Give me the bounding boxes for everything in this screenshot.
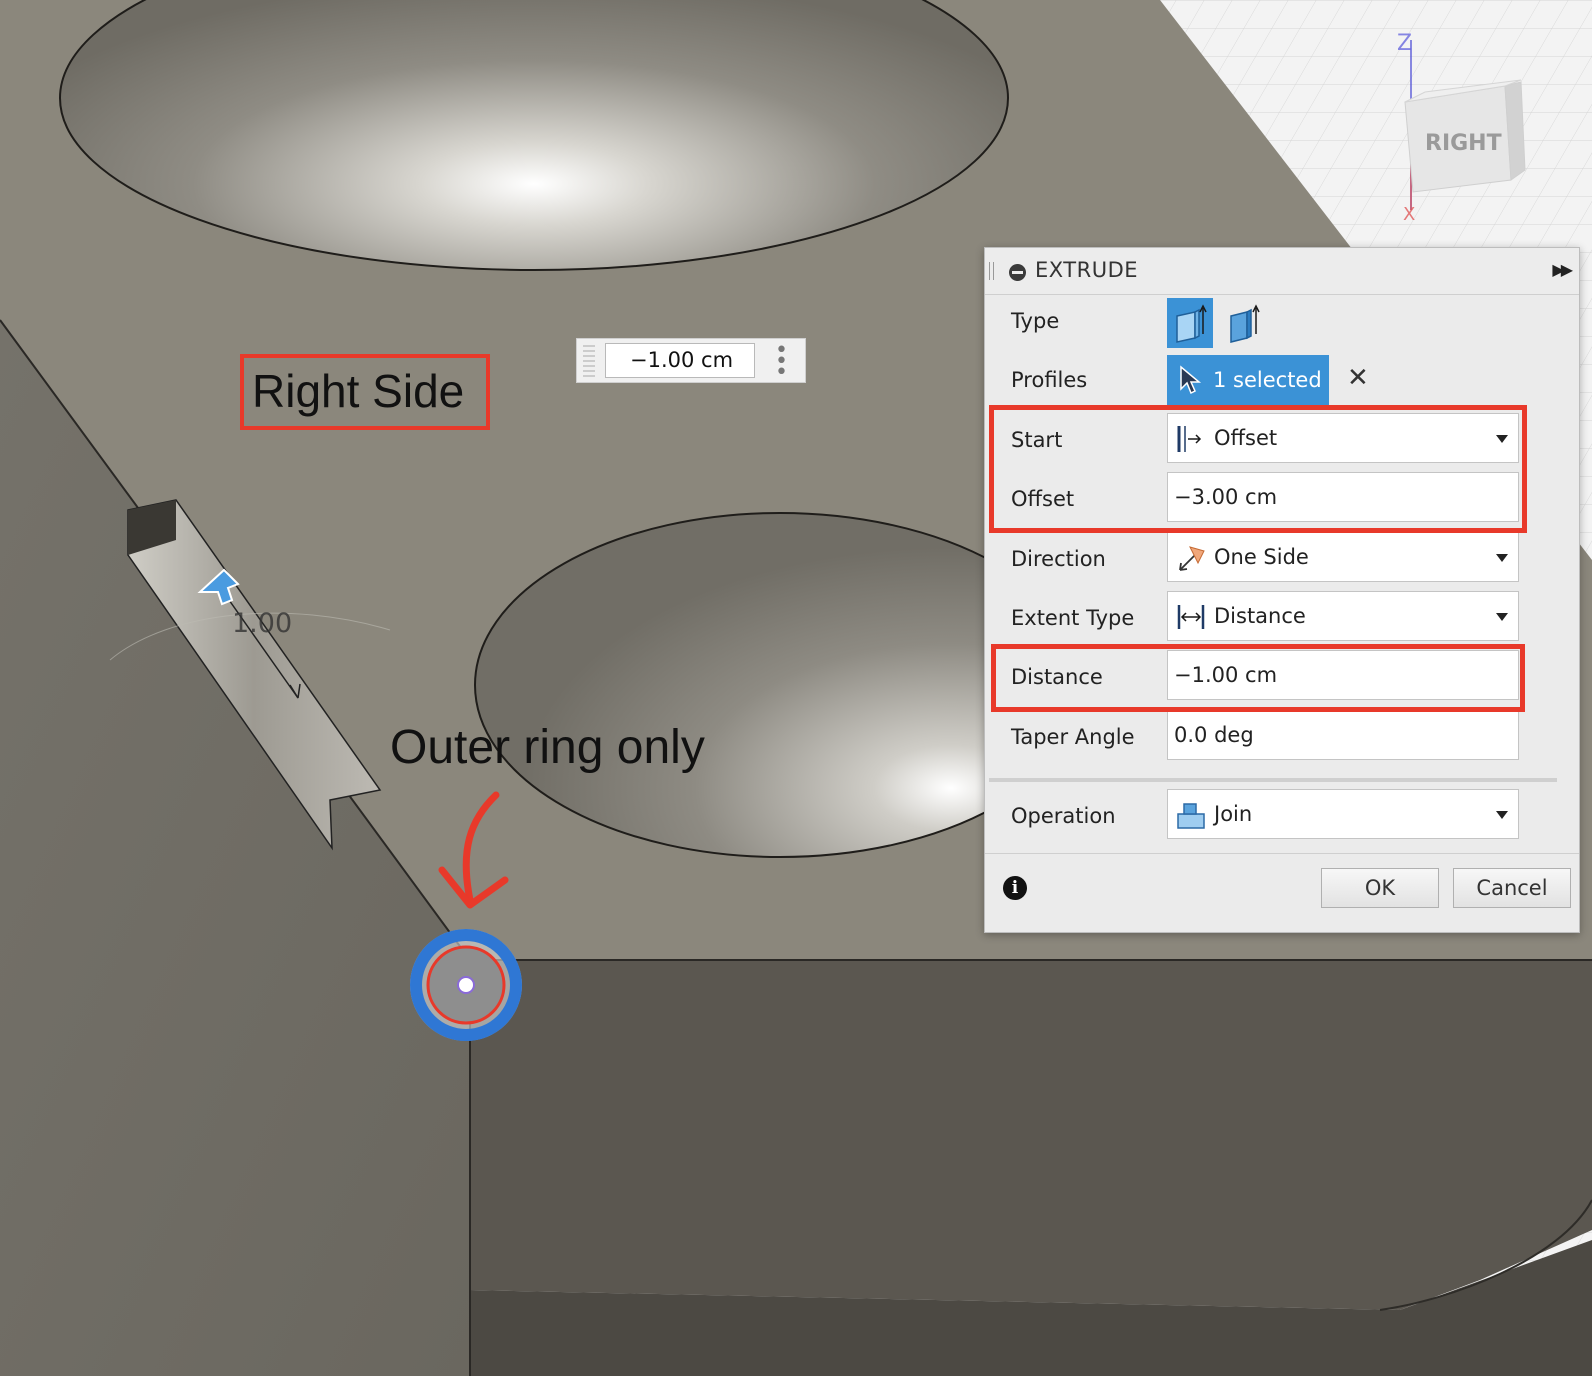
distance-extent-icon [1177, 605, 1205, 629]
chevron-down-icon [1496, 811, 1508, 819]
direction-value: One Side [1214, 545, 1309, 569]
taper-angle-label: Taper Angle [1011, 725, 1135, 749]
operation-dropdown[interactable]: Join [1167, 789, 1519, 839]
extent-type-dropdown[interactable]: Distance [1167, 591, 1519, 641]
floating-distance-field[interactable]: −1.00 cm [605, 343, 755, 378]
extent-type-label: Extent Type [1011, 606, 1135, 630]
footer-divider [985, 853, 1579, 854]
viewcube-face-label: RIGHT [1425, 131, 1502, 156]
extent-type-value: Distance [1214, 604, 1306, 628]
annotation-right-side: Right Side [240, 354, 490, 430]
expand-panel-icon[interactable]: ▶▶ [1552, 260, 1573, 279]
dialog-title: EXTRUDE [1035, 258, 1139, 282]
section-divider [989, 778, 1557, 782]
operation-label: Operation [1011, 804, 1116, 828]
operation-value: Join [1214, 802, 1253, 826]
drag-grip-icon[interactable] [583, 345, 595, 377]
direction-label: Direction [1011, 547, 1106, 571]
highlight-start-offset [989, 405, 1527, 533]
profiles-count: 1 selected [1213, 368, 1322, 392]
type-label: Type [1011, 309, 1060, 333]
extrude-surface-icon[interactable] [1221, 298, 1267, 348]
taper-angle-input[interactable]: 0.0 deg [1167, 710, 1519, 760]
chevron-down-icon [1496, 554, 1508, 562]
clear-selection-icon[interactable]: ✕ [1347, 363, 1369, 393]
axis-x-label: X [1403, 204, 1415, 225]
floating-distance-input[interactable]: −1.00 cm • • • [576, 338, 806, 384]
info-icon[interactable]: i [1003, 876, 1027, 900]
highlight-distance [991, 644, 1525, 712]
taper-angle-value: 0.0 deg [1174, 723, 1254, 747]
more-options-icon[interactable]: • • • [775, 340, 788, 384]
extrude-solid-icon[interactable] [1167, 298, 1213, 348]
ok-button[interactable]: OK [1321, 868, 1439, 908]
annotation-outer-ring-only: Outer ring only [390, 721, 705, 774]
direction-dropdown[interactable]: One Side [1167, 532, 1519, 582]
select-cursor-icon [1180, 365, 1202, 395]
minimize-dot-icon[interactable] [1009, 264, 1026, 281]
join-operation-icon [1177, 803, 1205, 829]
dimension-label: 1.00 [232, 608, 293, 639]
profiles-selection-button[interactable]: 1 selected [1167, 355, 1329, 405]
dialog-header[interactable]: EXTRUDE ▶▶ [985, 248, 1579, 295]
axis-z-label: Z [1397, 31, 1412, 56]
view-cube[interactable]: Z X RIGHT [1395, 30, 1565, 230]
one-side-direction-icon [1179, 546, 1205, 571]
panel-drag-handle-icon[interactable] [989, 262, 994, 280]
chevron-down-icon [1496, 613, 1508, 621]
cancel-button[interactable]: Cancel [1453, 868, 1571, 908]
profiles-label: Profiles [1011, 368, 1088, 392]
extrude-dialog: EXTRUDE ▶▶ Type Profiles 1 selected ✕ St… [984, 247, 1580, 933]
